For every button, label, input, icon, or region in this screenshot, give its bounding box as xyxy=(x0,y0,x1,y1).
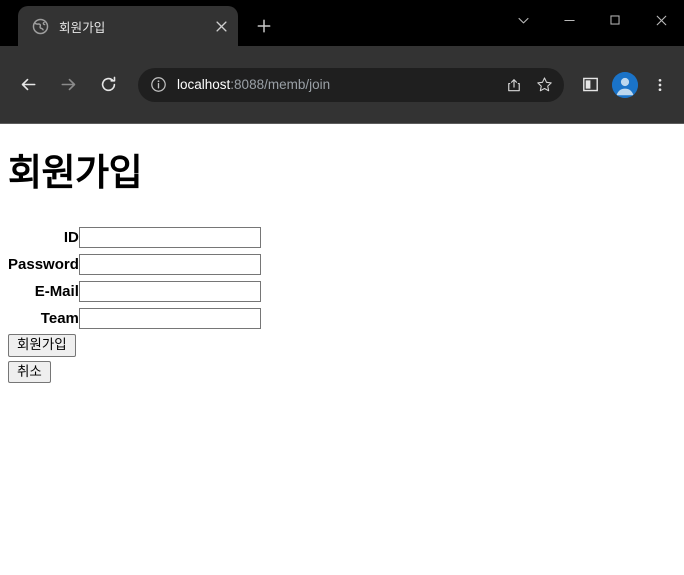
table-row: E-Mail xyxy=(8,278,261,305)
password-field-cell xyxy=(78,251,261,278)
table-row: ID xyxy=(8,224,261,251)
info-circle-icon[interactable] xyxy=(150,76,167,93)
minimize-icon[interactable] xyxy=(546,0,592,40)
signup-page: 회원가입 ID Password E-Mail Team 회원가입 취소 xyxy=(0,124,684,395)
window-controls xyxy=(500,0,684,40)
signup-form: ID Password E-Mail Team 회원가입 취소 xyxy=(8,224,676,384)
window-close-icon[interactable] xyxy=(638,0,684,40)
forward-arrow-icon[interactable] xyxy=(51,68,85,102)
form-actions: 회원가입 취소 xyxy=(8,333,676,384)
three-dot-menu-icon[interactable] xyxy=(644,69,676,101)
browser-tab[interactable]: 회원가입 xyxy=(18,6,238,46)
new-tab-button[interactable] xyxy=(250,12,278,40)
page-viewport: 회원가입 ID Password E-Mail Team 회원가입 취소 xyxy=(0,124,684,575)
table-row: Password xyxy=(8,251,261,278)
team-field[interactable] xyxy=(78,307,261,329)
address-bar[interactable]: localhost:8088/memb/join xyxy=(138,67,564,102)
profile-avatar[interactable] xyxy=(612,71,638,98)
back-arrow-icon[interactable] xyxy=(11,68,45,102)
cancel-button[interactable]: 취소 xyxy=(8,360,51,384)
team-field-cell xyxy=(78,305,261,332)
page-title: 회원가입 xyxy=(8,152,143,193)
email-field-cell xyxy=(78,278,261,305)
url-host: localhost xyxy=(177,77,231,92)
globe-icon xyxy=(32,18,49,35)
email-field[interactable] xyxy=(78,280,261,302)
team-label: Team xyxy=(40,309,79,327)
maximize-icon[interactable] xyxy=(592,0,638,40)
id-field-cell xyxy=(78,224,261,251)
reload-icon[interactable] xyxy=(91,68,125,102)
url-path: :8088/memb/join xyxy=(230,77,331,92)
star-icon[interactable] xyxy=(530,71,558,99)
id-field[interactable] xyxy=(78,226,261,248)
url-text: localhost:8088/memb/join xyxy=(177,77,498,92)
share-icon[interactable] xyxy=(500,71,528,99)
id-label: ID xyxy=(63,228,79,246)
password-label: Password xyxy=(8,255,79,273)
tab-strip: 회원가입 xyxy=(0,0,684,46)
tab-title: 회원가입 xyxy=(59,20,106,35)
table-row: Team xyxy=(8,305,261,332)
browser-window: 회원가입 localhost:8088/memb/join 회원가입 ID Pa… xyxy=(0,0,684,575)
signup-fields-table: ID Password E-Mail Team xyxy=(8,224,261,332)
side-panel-icon[interactable] xyxy=(574,69,606,101)
close-icon[interactable] xyxy=(210,15,232,37)
signup-fields-body: ID Password E-Mail Team xyxy=(8,224,261,332)
password-field[interactable] xyxy=(78,253,261,275)
email-label: E-Mail xyxy=(34,282,79,300)
signup-submit-button[interactable]: 회원가입 xyxy=(8,333,76,357)
browser-toolbar: localhost:8088/memb/join xyxy=(0,46,684,124)
tab-search-chevron-icon[interactable] xyxy=(500,0,546,40)
